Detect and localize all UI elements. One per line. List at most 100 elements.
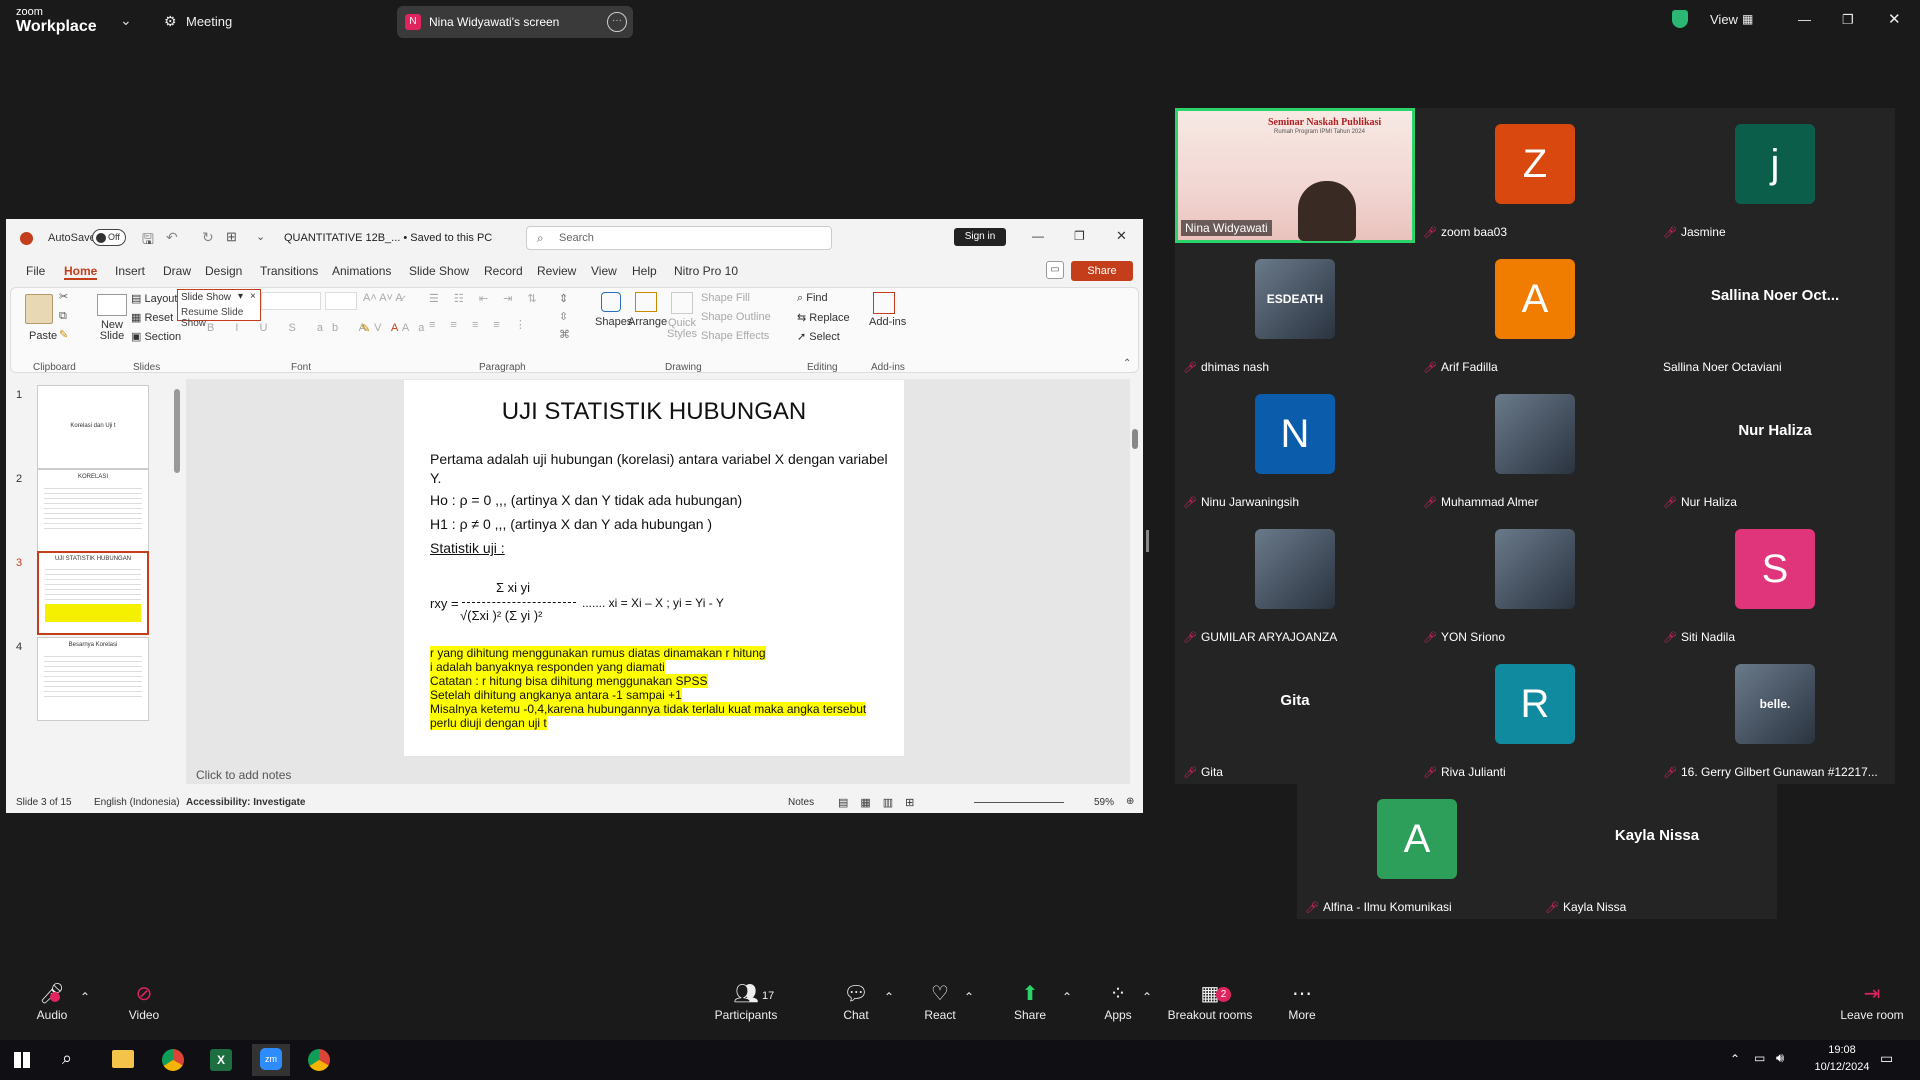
quick-styles-icon[interactable]	[671, 292, 693, 314]
new-slide-button[interactable]: New Slide	[97, 320, 127, 342]
participant-tile[interactable]: ESDEATH 🎤︎ dhimas nash	[1175, 243, 1415, 378]
highlight-color-icon[interactable]: ✎	[361, 322, 370, 335]
menu-insert[interactable]: Insert	[115, 264, 145, 278]
accessibility-status[interactable]: Accessibility: Investigate	[186, 797, 306, 808]
show-hidden-icons-icon[interactable]: ⌃	[1730, 1052, 1740, 1066]
replace-button[interactable]: ⇆ Replace	[797, 311, 850, 324]
font-size-input[interactable]	[325, 292, 357, 310]
apps-options-chevron-icon[interactable]: ⌃	[1140, 990, 1154, 1004]
find-button[interactable]: ⌕ Find	[797, 292, 828, 305]
sign-in-button[interactable]: Sign in	[954, 228, 1006, 246]
smartart-icon[interactable]: ⌘	[559, 328, 570, 341]
menu-home[interactable]: Home	[64, 264, 98, 280]
view-grid-icon[interactable]: ▦	[1742, 12, 1753, 26]
current-slide[interactable]: UJI STATISTIK HUBUNGAN Pertama adalah uj…	[404, 380, 904, 756]
taskbar-time[interactable]: 19:08	[1812, 1044, 1872, 1056]
menu-transitions[interactable]: Transitions	[260, 264, 318, 278]
participant-tile[interactable]: A 🎤︎ Alfina - Ilmu Komunikasi	[1297, 783, 1537, 918]
menu-nitro[interactable]: Nitro Pro 10	[674, 264, 738, 278]
taskbar-search-icon[interactable]: ⌕	[62, 1048, 72, 1069]
collapse-ribbon-icon[interactable]: ⌃	[1123, 358, 1131, 369]
network-icon[interactable]: ▭	[1754, 1051, 1765, 1065]
react-options-chevron-icon[interactable]: ⌃	[962, 990, 976, 1004]
cut-icon[interactable]: ✂	[59, 290, 68, 303]
excel-icon[interactable]: X	[210, 1049, 232, 1071]
more-button[interactable]: ⋯ More	[1280, 980, 1324, 1022]
notes-placeholder[interactable]: Click to add notes	[196, 768, 291, 782]
shapes-icon[interactable]	[601, 292, 621, 312]
participant-tile[interactable]: N 🎤︎ Ninu Jarwaningsih	[1175, 378, 1415, 513]
participant-tile[interactable]: belle. 🎤︎ 16. Gerry Gilbert Gunawan #12217…	[1655, 648, 1895, 783]
view-mode-icons[interactable]: ▤▦▥⊞	[838, 796, 926, 809]
menu-animations[interactable]: Animations	[332, 264, 391, 278]
participant-tile[interactable]: Seminar Naskah Publikasi Rumah Program IP…	[1175, 108, 1415, 243]
shape-fill-button[interactable]: Shape Fill	[701, 292, 750, 304]
participant-tile[interactable]: Sallina Noer Oct... Sallina Noer Octavian…	[1655, 243, 1895, 378]
participant-tile[interactable]: Z 🎤︎ zoom baa03	[1415, 108, 1655, 243]
participant-tile[interactable]: Nur Haliza 🎤︎ Nur Haliza	[1655, 378, 1895, 513]
share-ppt-button[interactable]: Share	[1071, 261, 1133, 281]
slide-thumbnail[interactable]: KORELASI	[37, 469, 149, 553]
notes-toggle[interactable]: Notes	[788, 797, 814, 808]
participant-tile[interactable]: R 🎤︎ Riva Julianti	[1415, 648, 1655, 783]
react-button[interactable]: ♡ React	[920, 980, 960, 1022]
menu-slide-show[interactable]: Slide Show	[409, 264, 469, 278]
leave-room-button[interactable]: ⇥ Leave room	[1836, 980, 1908, 1022]
more-options-icon[interactable]: ···	[607, 12, 627, 32]
video-button[interactable]: ⊘ Video	[122, 980, 166, 1022]
font-name-input[interactable]	[261, 292, 321, 310]
participant-tile[interactable]: A 🎤︎ Arif Fadilla	[1415, 243, 1655, 378]
undo-icon[interactable]: ↶	[166, 229, 178, 246]
minimize-icon[interactable]: —	[1798, 12, 1811, 27]
notifications-icon[interactable]: ▭	[1880, 1050, 1893, 1067]
menu-design[interactable]: Design	[205, 264, 242, 278]
autosave-toggle[interactable]: Off	[92, 229, 126, 246]
alignment-icons[interactable]: ≡ ≡ ≡ ≡ ⋮	[429, 318, 532, 331]
add-ins-icon[interactable]	[873, 292, 895, 314]
split-view-handle[interactable]	[1146, 530, 1149, 552]
slideshow-popup-close-icon[interactable]: ×	[250, 291, 256, 302]
text-direction-icon[interactable]: ⇕	[559, 292, 568, 305]
participant-tile[interactable]: Gita 🎤︎ Gita	[1175, 648, 1415, 783]
menu-view[interactable]: View	[591, 264, 617, 278]
menu-draw[interactable]: Draw	[163, 264, 191, 278]
chrome-profile-icon[interactable]	[308, 1049, 330, 1071]
grow-font-icon[interactable]: A˄ A˅ A̷	[363, 292, 403, 304]
slide-scroll-thumb[interactable]	[1132, 429, 1138, 449]
close-icon[interactable]: ✕	[1888, 10, 1901, 28]
arrange-button[interactable]: Arrange	[628, 316, 667, 328]
section-button[interactable]: ▣ Section	[131, 330, 181, 343]
menu-review[interactable]: Review	[537, 264, 576, 278]
windows-start-icon[interactable]	[14, 1052, 30, 1068]
menu-record[interactable]: Record	[484, 264, 523, 278]
list-icons[interactable]: ☰ ☷ ⇤ ⇥ ⇅	[429, 292, 543, 305]
layout-button[interactable]: ▤ Layout	[131, 292, 177, 305]
comments-icon[interactable]: ▭	[1046, 261, 1064, 279]
select-button[interactable]: ➚ Select	[797, 330, 840, 343]
ppt-restore-icon[interactable]: ❐	[1074, 229, 1085, 243]
shapes-button[interactable]: Shapes	[595, 316, 632, 328]
chat-button[interactable]: 💬︎ Chat	[836, 980, 876, 1022]
align-text-icon[interactable]: ⇳	[559, 310, 568, 323]
add-ins-button[interactable]: Add-ins	[869, 316, 906, 328]
chat-options-chevron-icon[interactable]: ⌃	[882, 990, 896, 1004]
language-indicator[interactable]: English (Indonesia)	[94, 797, 180, 808]
shape-effects-button[interactable]: Shape Effects	[701, 330, 769, 342]
paste-button[interactable]: Paste	[29, 330, 57, 342]
meeting-label[interactable]: Meeting	[186, 14, 232, 29]
font-color-icon[interactable]: A	[391, 322, 398, 334]
participant-tile[interactable]: S 🎤︎ Siti Nadila	[1655, 513, 1895, 648]
ppt-close-icon[interactable]: ✕	[1116, 228, 1127, 244]
reset-button[interactable]: ▦ Reset	[131, 311, 173, 324]
chrome-icon[interactable]	[162, 1049, 184, 1071]
ppt-minimize-icon[interactable]: —	[1032, 229, 1044, 243]
menu-file[interactable]: File	[26, 264, 45, 278]
search-box[interactable]: ⌕ Search	[526, 226, 832, 250]
participant-tile[interactable]: j 🎤︎ Jasmine	[1655, 108, 1895, 243]
participant-tile[interactable]: 🎤︎ GUMILAR ARYAJOANZA	[1175, 513, 1415, 648]
resume-slideshow-link[interactable]: Resume Slide Show	[181, 307, 260, 329]
menu-help[interactable]: Help	[632, 264, 657, 278]
breakout-rooms-button[interactable]: ▦ Breakout rooms	[1164, 980, 1256, 1022]
slide-thumbnail[interactable]: Besarnya Korelasi	[37, 637, 149, 721]
present-icon[interactable]: ⊞	[226, 229, 237, 245]
